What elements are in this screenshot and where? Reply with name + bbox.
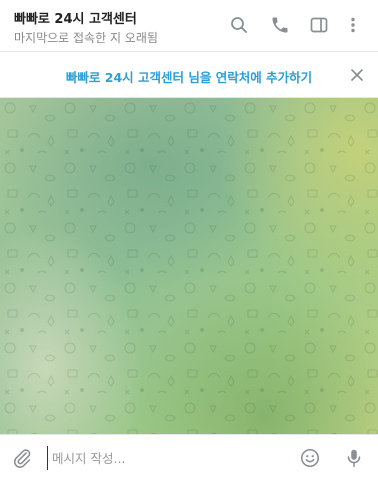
chat-header: 빠빠로 24시 고객센터 마지막으로 접속한 지 오래됨 bbox=[0, 0, 378, 52]
message-input[interactable] bbox=[47, 446, 277, 470]
add-contact-link[interactable]: 빠빠로 24시 고객센터 님을 연락처에 추가하기 bbox=[0, 67, 378, 86]
chat-background bbox=[0, 98, 378, 434]
add-contact-bar: 빠빠로 24시 고객센터 님을 연락처에 추가하기 bbox=[0, 53, 378, 98]
phone-icon[interactable] bbox=[269, 14, 291, 36]
doodle-pattern bbox=[0, 98, 378, 434]
message-composer bbox=[0, 434, 378, 480]
paperclip-icon[interactable] bbox=[9, 445, 35, 471]
chat-status: 마지막으로 접속한 지 오래됨 bbox=[14, 31, 158, 45]
chat-title[interactable]: 빠빠로 24시 고객센터 bbox=[14, 8, 137, 27]
more-vertical-icon[interactable] bbox=[342, 14, 364, 36]
sidebar-toggle-icon[interactable] bbox=[308, 14, 330, 36]
emoji-icon[interactable] bbox=[297, 445, 323, 471]
chat-window: 빠빠로 24시 고객센터 마지막으로 접속한 지 오래됨 빠빠로 24시 고객센… bbox=[0, 0, 378, 480]
search-icon[interactable] bbox=[228, 14, 250, 36]
microphone-icon[interactable] bbox=[341, 445, 367, 471]
close-icon[interactable] bbox=[348, 66, 366, 84]
